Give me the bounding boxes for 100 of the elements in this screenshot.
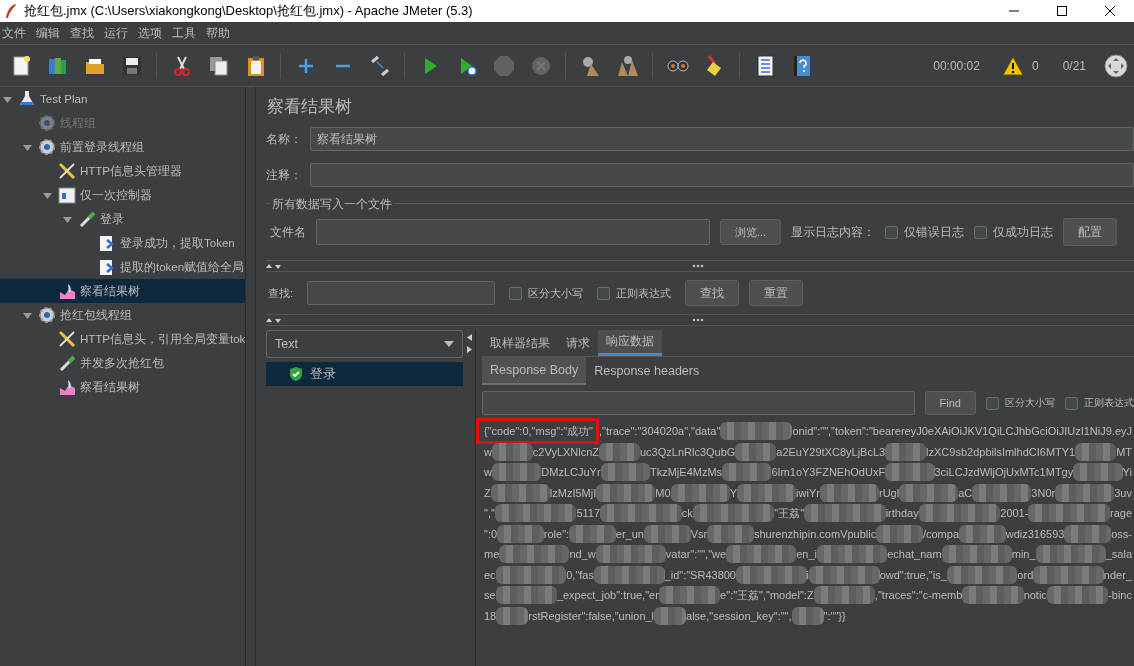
response-text: rage <box>1110 507 1132 520</box>
response-text: -binc <box>1108 589 1132 602</box>
comment-field[interactable] <box>310 163 1134 187</box>
redaction-mosaic <box>726 545 797 564</box>
collapse-arrow-icon[interactable] <box>22 142 32 152</box>
tree-item[interactable]: 提取的token赋值给全局 <box>0 255 245 279</box>
close-icon[interactable] <box>1104 5 1116 17</box>
tree-item[interactable]: Test Plan <box>0 87 245 111</box>
collapse-arrows-icon[interactable] <box>266 316 281 324</box>
collapse-arrow-icon[interactable] <box>62 214 72 224</box>
tab[interactable]: Response headers <box>586 357 708 385</box>
maximize-icon[interactable] <box>1056 5 1068 17</box>
checkbox[interactable] <box>597 286 611 300</box>
browse-button[interactable]: 浏览... <box>720 219 782 245</box>
checkbox[interactable] <box>986 396 999 410</box>
reset-button[interactable]: 重置 <box>749 280 804 306</box>
checkbox-label: 区分大小写 <box>1005 396 1055 410</box>
dropper-icon <box>78 210 96 228</box>
redaction-mosaic <box>736 565 807 584</box>
drag-handle-icon[interactable] <box>692 317 704 323</box>
response-text: Y <box>729 486 737 499</box>
collapse-arrow-icon[interactable] <box>42 190 52 200</box>
response-text: e":"王荔","model":Z <box>720 587 814 603</box>
redaction-mosaic <box>722 463 772 482</box>
document-arrow-icon <box>98 258 116 276</box>
menu-item[interactable]: 文件 <box>0 24 31 42</box>
collapse-arrow-icon[interactable] <box>22 310 32 320</box>
response-text: c2VyLXNlcnZ <box>532 445 600 458</box>
search-field[interactable] <box>307 281 496 305</box>
tab[interactable]: Response Body <box>482 357 587 385</box>
tree-item[interactable]: 前置登录线程组 <box>0 135 245 159</box>
tree-item[interactable]: HTTP信息头管理器 <box>0 159 245 183</box>
checkbox-label: 正则表达式 <box>1084 396 1134 410</box>
response-text: ec <box>484 568 496 581</box>
response-text: w <box>484 445 492 458</box>
wrench-screwdriver-icon <box>58 330 76 348</box>
checkbox[interactable] <box>1065 396 1078 410</box>
renderer-dropdown[interactable]: Text <box>266 330 463 358</box>
tree-item[interactable]: 仅一次控制器 <box>0 183 245 207</box>
dropper-icon <box>58 354 76 372</box>
checkbox-label: 仅成功日志 <box>993 223 1054 241</box>
response-text: ,"trace":"304020a","data" <box>599 425 721 438</box>
redaction-mosaic <box>1075 442 1117 461</box>
response-text: se <box>484 589 496 602</box>
tab[interactable]: 响应数据 <box>598 330 662 356</box>
name-field[interactable]: 察看结果树 <box>310 127 1134 151</box>
find-field[interactable] <box>482 391 915 415</box>
find-button[interactable]: Find <box>924 391 976 415</box>
feather-icon <box>4 3 18 19</box>
remote-icon[interactable] <box>1104 53 1128 78</box>
field-label: 文件名 <box>270 223 306 241</box>
response-text: lzMzI5MjI <box>549 486 597 499</box>
tab[interactable]: 请求 <box>558 330 598 356</box>
menu-item[interactable]: 工具 <box>170 24 201 42</box>
response-text: DMzLCJuYr <box>541 466 601 479</box>
response-text: a2EuY29tXC8yLjBcL3 <box>776 445 886 458</box>
collapse-arrows-icon[interactable] <box>467 334 472 354</box>
configure-button[interactable]: 配置 <box>1063 218 1118 246</box>
checkbox[interactable] <box>509 286 523 300</box>
filename-field[interactable] <box>316 219 710 245</box>
response-text: en_i <box>796 548 818 561</box>
collapse-arrow-icon[interactable] <box>2 94 12 104</box>
menu-item[interactable]: 选项 <box>136 24 167 42</box>
log-label: 显示日志内容： <box>791 223 876 241</box>
redaction-mosaic <box>885 463 935 482</box>
checkbox-label: 仅错误日志 <box>904 223 965 241</box>
checkbox[interactable] <box>974 225 988 239</box>
response-text: 0,"fas <box>566 568 594 581</box>
tab[interactable]: 取样器结果 <box>482 330 558 356</box>
response-text: Yi <box>1122 466 1132 479</box>
response-text: {"code":0,"msg":"成功" <box>484 423 594 439</box>
collapse-arrows-icon[interactable] <box>266 262 281 270</box>
menu-item[interactable]: 运行 <box>102 24 133 42</box>
search-button[interactable]: 查找 <box>685 280 740 306</box>
response-text: _expect_job":true,"er <box>556 589 659 602</box>
tree-item[interactable]: HTTP信息头，引用全局变量tok <box>0 327 245 351</box>
tree-item[interactable]: 并发多次抢红包 <box>0 351 245 375</box>
drag-handle-icon[interactable] <box>692 263 704 269</box>
thread-count: 0/21 <box>1062 58 1086 73</box>
response-text: TkzMjE4MzMs <box>649 466 723 479</box>
redaction-mosaic <box>490 483 550 502</box>
menu-item[interactable]: 编辑 <box>34 24 65 42</box>
tree-item[interactable]: 登录成功，提取Token <box>0 231 245 255</box>
brooms-button[interactable] <box>615 53 640 78</box>
tree-item[interactable]: 抢红包线程组 <box>0 303 245 327</box>
tree-item[interactable]: 察看结果树 <box>0 375 245 399</box>
menu-item[interactable]: 帮助 <box>204 24 235 42</box>
response-text: 3uv <box>1114 486 1132 499</box>
checkbox[interactable] <box>885 225 899 239</box>
result-item[interactable]: 登录 <box>266 362 463 386</box>
response-text: uc3QzLnRlc3QubG <box>640 445 736 458</box>
tree-item[interactable]: 察看结果树 <box>0 279 245 303</box>
redaction-mosaic <box>599 442 640 461</box>
response-text: me <box>484 548 500 561</box>
redaction-mosaic <box>670 483 730 502</box>
search-label: 查找: <box>268 285 294 301</box>
redaction-mosaic <box>491 463 542 482</box>
menu-item[interactable]: 查找 <box>68 24 99 42</box>
tree-item[interactable]: 登录 <box>0 207 245 231</box>
controller-icon <box>58 186 76 204</box>
